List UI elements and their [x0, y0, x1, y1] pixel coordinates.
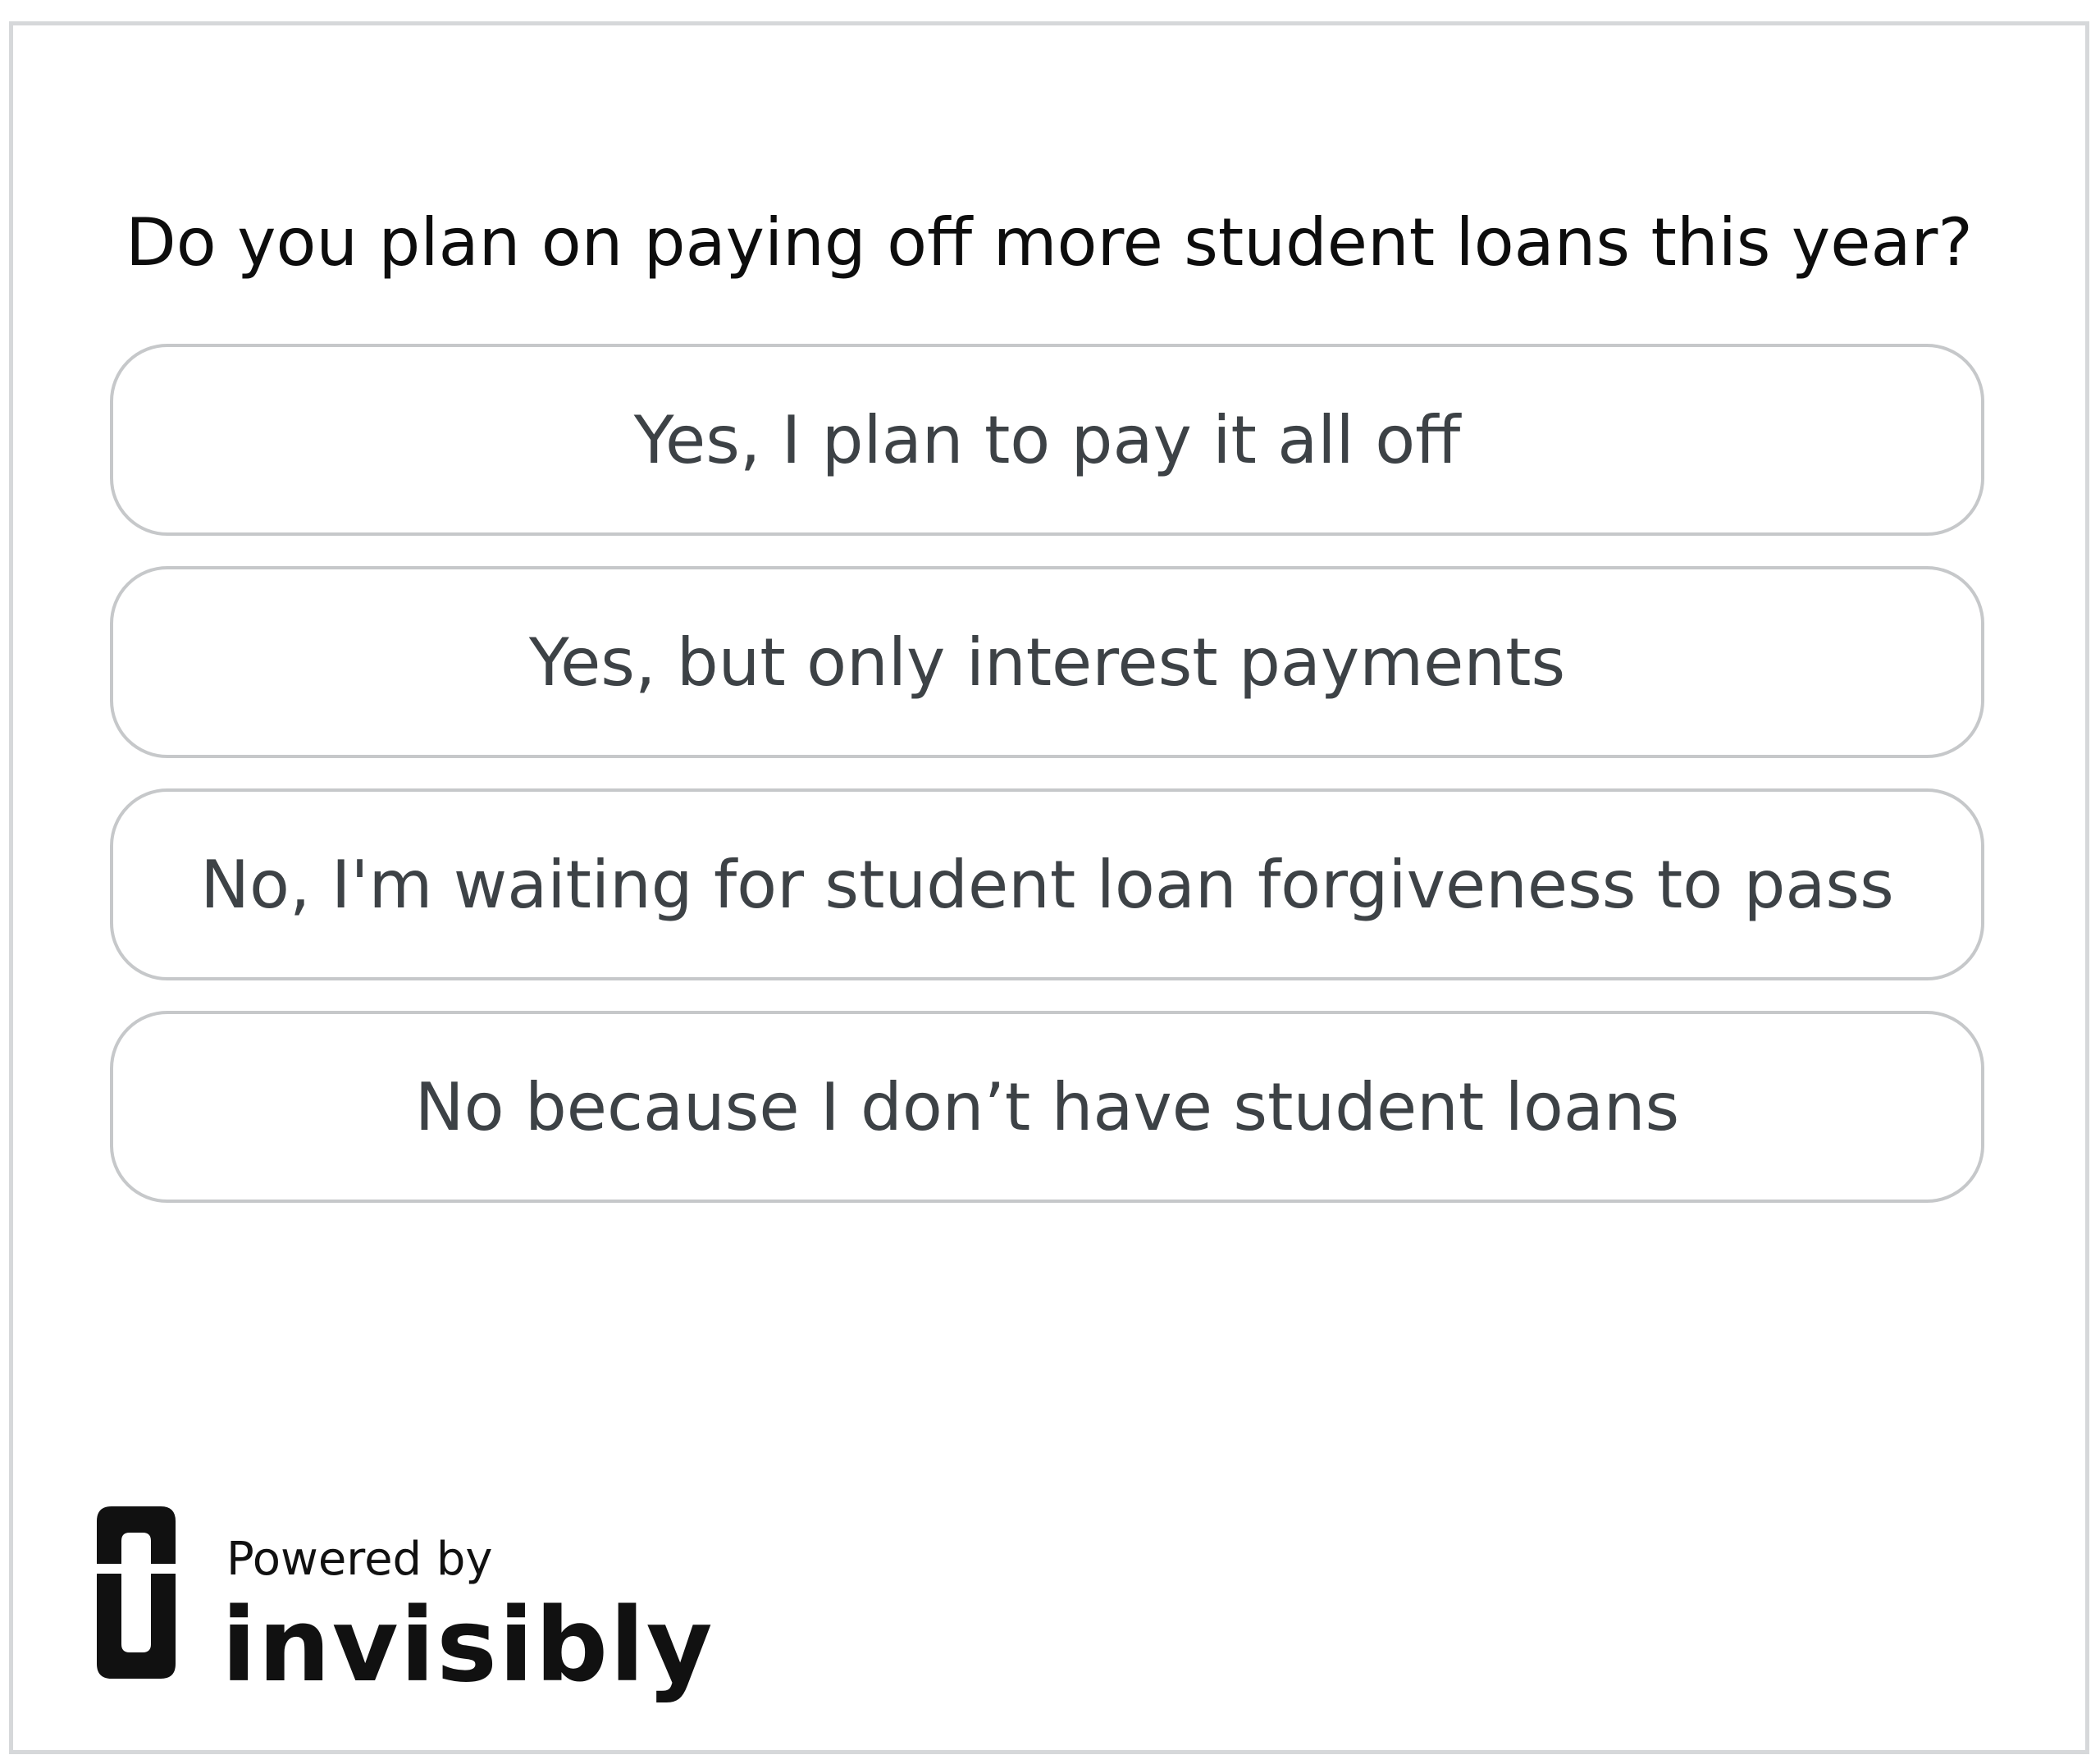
- brand-wordmark: invisibly: [221, 1587, 714, 1705]
- survey-question: Do you plan on paying off more student l…: [126, 204, 1973, 281]
- answer-option-label: Yes, I plan to pay it all off: [633, 401, 1461, 478]
- powered-by-footer[interactable]: Powered by invisibly: [97, 1506, 753, 1703]
- invisibly-logo-icon: [97, 1506, 176, 1679]
- answer-option-pay-all-off[interactable]: Yes, I plan to pay it all off: [110, 344, 1984, 536]
- answer-option-label: No because I don’t have student loans: [414, 1068, 1680, 1145]
- powered-by-text: Powered by: [226, 1533, 493, 1586]
- survey-widget: Do you plan on paying off more student l…: [9, 21, 2089, 1754]
- answer-option-label: Yes, but only interest payments: [528, 624, 1566, 701]
- answer-option-no-loans[interactable]: No because I don’t have student loans: [110, 1011, 1984, 1203]
- answer-option-waiting-forgiveness[interactable]: No, I'm waiting for student loan forgive…: [110, 788, 1984, 980]
- answer-options: Yes, I plan to pay it all off Yes, but o…: [110, 344, 1984, 1233]
- answer-option-interest-only[interactable]: Yes, but only interest payments: [110, 566, 1984, 758]
- answer-option-label: No, I'm waiting for student loan forgive…: [200, 846, 1894, 923]
